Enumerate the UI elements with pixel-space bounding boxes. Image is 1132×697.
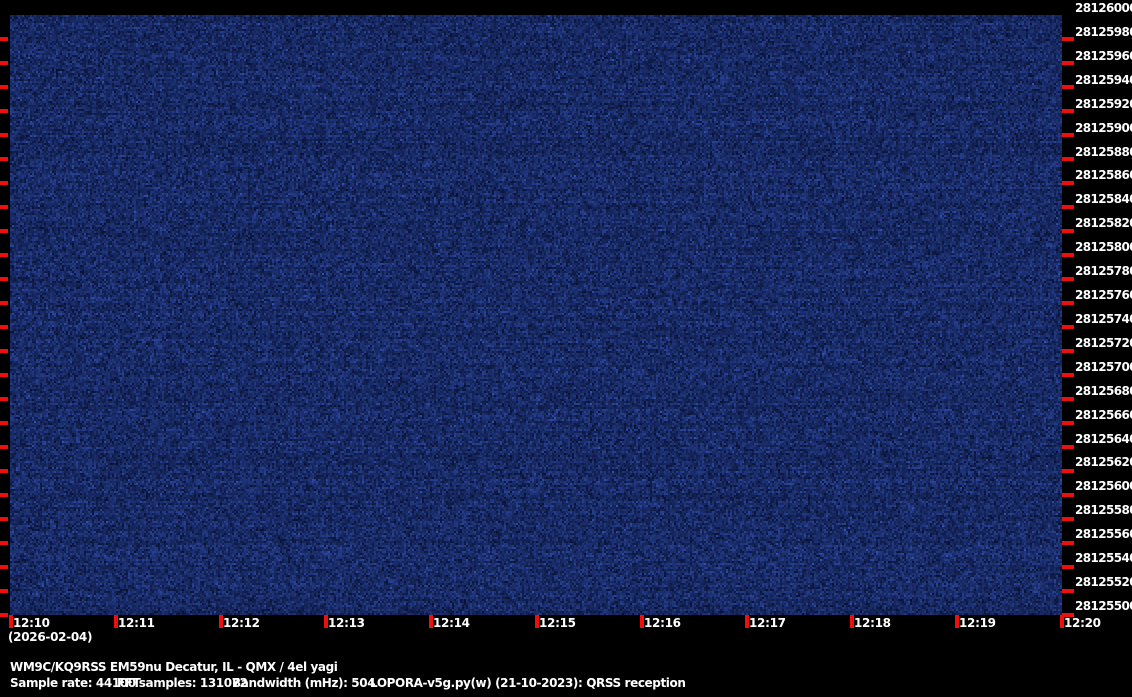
- time-tick-label: 12:20: [1064, 616, 1101, 630]
- qrss-grabber-window: 28126000 28125980 28125960 28125940 28125920…: [0, 0, 1132, 697]
- frequency-tick-left: [0, 565, 8, 569]
- frequency-tick-left: [0, 589, 8, 593]
- frequency-tick-label: 28125660: [1075, 408, 1132, 422]
- software-version-label: LOPORA-v5g.py(w) (21-10-2023): QRSS rece…: [370, 676, 686, 690]
- frequency-tick-right: [1062, 373, 1074, 377]
- frequency-tick-label: 28125860: [1075, 168, 1132, 182]
- frequency-tick-label: 28126000: [1075, 1, 1132, 15]
- frequency-tick-label: 28125600: [1075, 479, 1132, 493]
- frequency-tick-label: 28125520: [1075, 575, 1132, 589]
- frequency-tick-right: [1062, 181, 1074, 185]
- frequency-tick-left: [0, 373, 8, 377]
- frequency-tick-right: [1062, 133, 1074, 137]
- time-tick-label: 12:10: [13, 616, 50, 630]
- fft-samples-label: FFTsamples: 131072: [117, 676, 248, 690]
- time-tick-label: 12:15: [539, 616, 576, 630]
- frequency-tick-left: [0, 301, 8, 305]
- frequency-tick-label: 28125700: [1075, 360, 1132, 374]
- time-tick-label: 12:14: [433, 616, 470, 630]
- frequency-tick-left: [0, 181, 8, 185]
- frequency-tick-right: [1062, 277, 1074, 281]
- frequency-tick-label: 28125740: [1075, 312, 1132, 326]
- frequency-tick-label: 28125960: [1075, 49, 1132, 63]
- frequency-tick-right: [1062, 229, 1074, 233]
- frequency-tick-left: [0, 349, 8, 353]
- time-tick-label: 12:13: [328, 616, 365, 630]
- station-info-line: WM9C/KQ9RSS EM59nu Decatur, IL - QMX / 4…: [10, 660, 338, 674]
- frequency-tick-label: 28125640: [1075, 432, 1132, 446]
- frequency-tick-right: [1062, 85, 1074, 89]
- time-tick-label: 12:11: [118, 616, 155, 630]
- time-tick-label: 12:17: [749, 616, 786, 630]
- frequency-tick-label: 28125900: [1075, 121, 1132, 135]
- frequency-tick-label: 28125760: [1075, 288, 1132, 302]
- frequency-tick-right: [1062, 157, 1074, 161]
- frequency-tick-left: [0, 613, 8, 617]
- frequency-tick-label: 28125620: [1075, 455, 1132, 469]
- time-tick-label: 12:19: [959, 616, 996, 630]
- frequency-tick-right: [1062, 397, 1074, 401]
- frequency-tick-right: [1062, 325, 1074, 329]
- frequency-tick-label: 28125500: [1075, 599, 1132, 613]
- bandwidth-label: Bandwidth (mHz): 504: [232, 676, 376, 690]
- frequency-tick-left: [0, 61, 8, 65]
- time-tick-label: 12:12: [223, 616, 260, 630]
- frequency-tick-label: 28125540: [1075, 551, 1132, 565]
- frequency-tick-left: [0, 517, 8, 521]
- frequency-tick-right: [1062, 565, 1074, 569]
- frequency-tick-left: [0, 325, 8, 329]
- frequency-tick-left: [0, 469, 8, 473]
- frequency-tick-right: [1062, 109, 1074, 113]
- frequency-tick-right: [1062, 421, 1074, 425]
- frequency-tick-label: 28125980: [1075, 25, 1132, 39]
- frequency-tick-label: 28125780: [1075, 264, 1132, 278]
- frequency-tick-right: [1062, 253, 1074, 257]
- frequency-tick-right: [1062, 589, 1074, 593]
- frequency-tick-left: [0, 253, 8, 257]
- frequency-tick-left: [0, 277, 8, 281]
- frequency-tick-right: [1062, 493, 1074, 497]
- frequency-tick-left: [0, 133, 8, 137]
- frequency-tick-left: [0, 493, 8, 497]
- frequency-tick-label: 28125920: [1075, 97, 1132, 111]
- frequency-tick-right: [1062, 349, 1074, 353]
- frequency-tick-label: 28125720: [1075, 336, 1132, 350]
- frequency-tick-right: [1062, 37, 1074, 41]
- frequency-tick-right: [1062, 445, 1074, 449]
- frequency-tick-left: [0, 397, 8, 401]
- frequency-tick-right: [1062, 61, 1074, 65]
- frequency-tick-right: [1062, 517, 1074, 521]
- frequency-tick-label: 28125580: [1075, 503, 1132, 517]
- frequency-tick-left: [0, 421, 8, 425]
- frequency-tick-left: [0, 109, 8, 113]
- time-tick-label: 12:18: [854, 616, 891, 630]
- spectrogram-waterfall: [10, 15, 1062, 615]
- frequency-tick-left: [0, 229, 8, 233]
- frequency-tick-label: 28125940: [1075, 73, 1132, 87]
- frequency-tick-left: [0, 157, 8, 161]
- frequency-tick-label: 28125820: [1075, 216, 1132, 230]
- frequency-tick-left: [0, 85, 8, 89]
- frequency-tick-left: [0, 205, 8, 209]
- frequency-tick-label: 28125840: [1075, 192, 1132, 206]
- frequency-tick-left: [0, 37, 8, 41]
- frequency-tick-label: 28125680: [1075, 384, 1132, 398]
- frequency-tick-label: 28125800: [1075, 240, 1132, 254]
- frequency-tick-left: [0, 541, 8, 545]
- time-tick-label: 12:16: [644, 616, 681, 630]
- frequency-tick-label: 28125880: [1075, 145, 1132, 159]
- frequency-tick-right: [1062, 469, 1074, 473]
- frequency-tick-label: 28125560: [1075, 527, 1132, 541]
- frequency-tick-right: [1062, 301, 1074, 305]
- frequency-tick-right: [1062, 541, 1074, 545]
- frequency-tick-right: [1062, 205, 1074, 209]
- date-label: (2026-02-04): [8, 630, 93, 644]
- frequency-tick-left: [0, 445, 8, 449]
